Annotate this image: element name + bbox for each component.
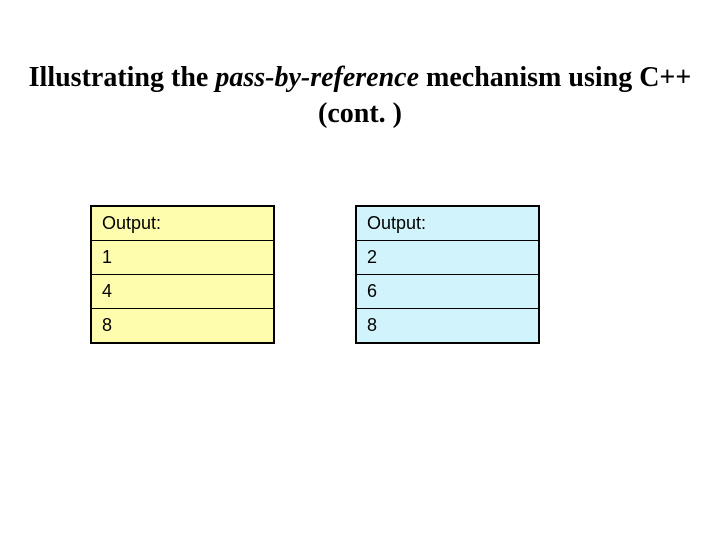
output-boxes: Output: 1 4 8 Output: 2 6 8: [90, 205, 540, 344]
title-italic: pass-by-reference: [215, 62, 419, 93]
slide-title: Illustrating the pass-by-reference mecha…: [0, 60, 720, 133]
output-box-right: Output: 2 6 8: [355, 205, 540, 344]
title-prefix: Illustrating the: [29, 62, 216, 93]
output-row: 8: [92, 309, 273, 342]
output-row: 8: [357, 309, 538, 342]
output-row: 1: [92, 241, 273, 275]
output-row: 6: [357, 275, 538, 309]
output-row: 2: [357, 241, 538, 275]
output-header-left: Output:: [92, 207, 273, 241]
output-header-right: Output:: [357, 207, 538, 241]
output-row: 4: [92, 275, 273, 309]
output-box-left: Output: 1 4 8: [90, 205, 275, 344]
